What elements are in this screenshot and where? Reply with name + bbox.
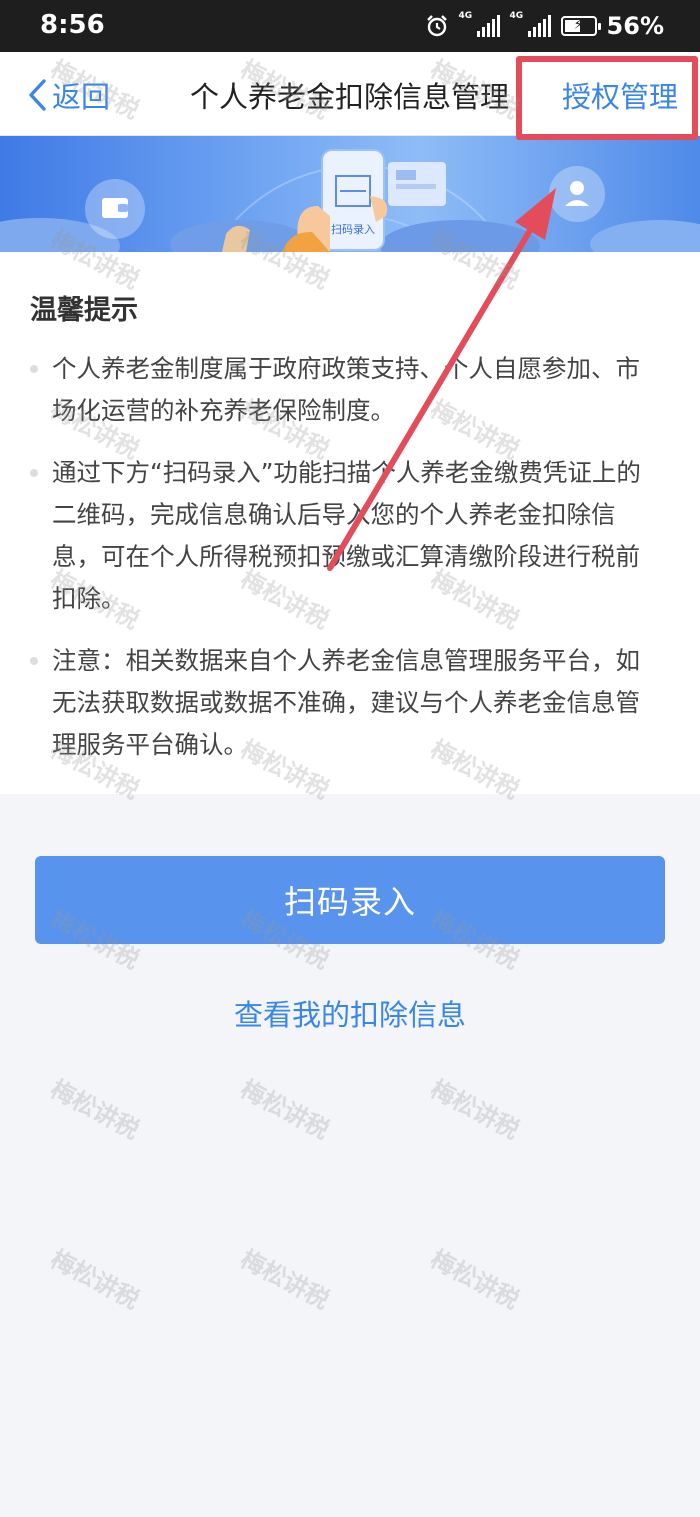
annotation-arrow xyxy=(327,188,556,571)
